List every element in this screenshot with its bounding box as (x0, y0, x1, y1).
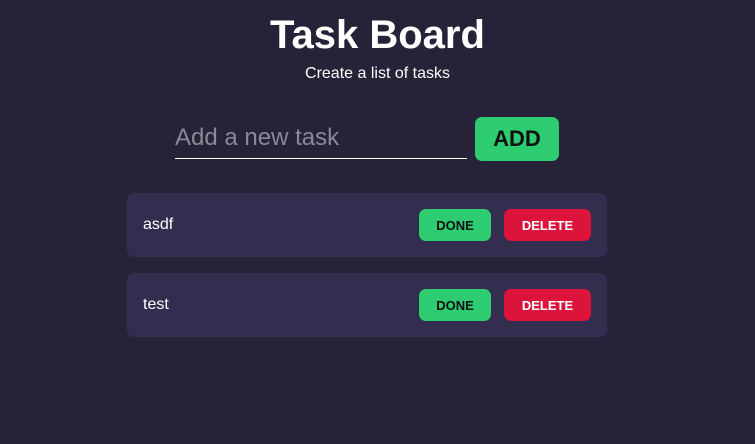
task-item: test DONE DELETE (127, 273, 607, 337)
task-text: test (143, 296, 169, 313)
task-item: asdf DONE DELETE (127, 193, 607, 257)
add-task-form: ADD (175, 117, 559, 161)
page-title: Task Board (270, 13, 485, 57)
done-button[interactable]: DONE (419, 209, 491, 241)
task-text: asdf (143, 216, 174, 233)
page-subtitle: Create a list of tasks (305, 65, 450, 82)
header: Task Board Create a list of tasks (0, 0, 755, 84)
delete-button[interactable]: DELETE (504, 289, 591, 321)
delete-button[interactable]: DELETE (504, 209, 591, 241)
task-list: asdf DONE DELETE test DONE DELETE (127, 193, 607, 353)
done-button[interactable]: DONE (419, 289, 491, 321)
add-task-button[interactable]: ADD (475, 117, 559, 161)
new-task-input[interactable] (175, 117, 467, 159)
